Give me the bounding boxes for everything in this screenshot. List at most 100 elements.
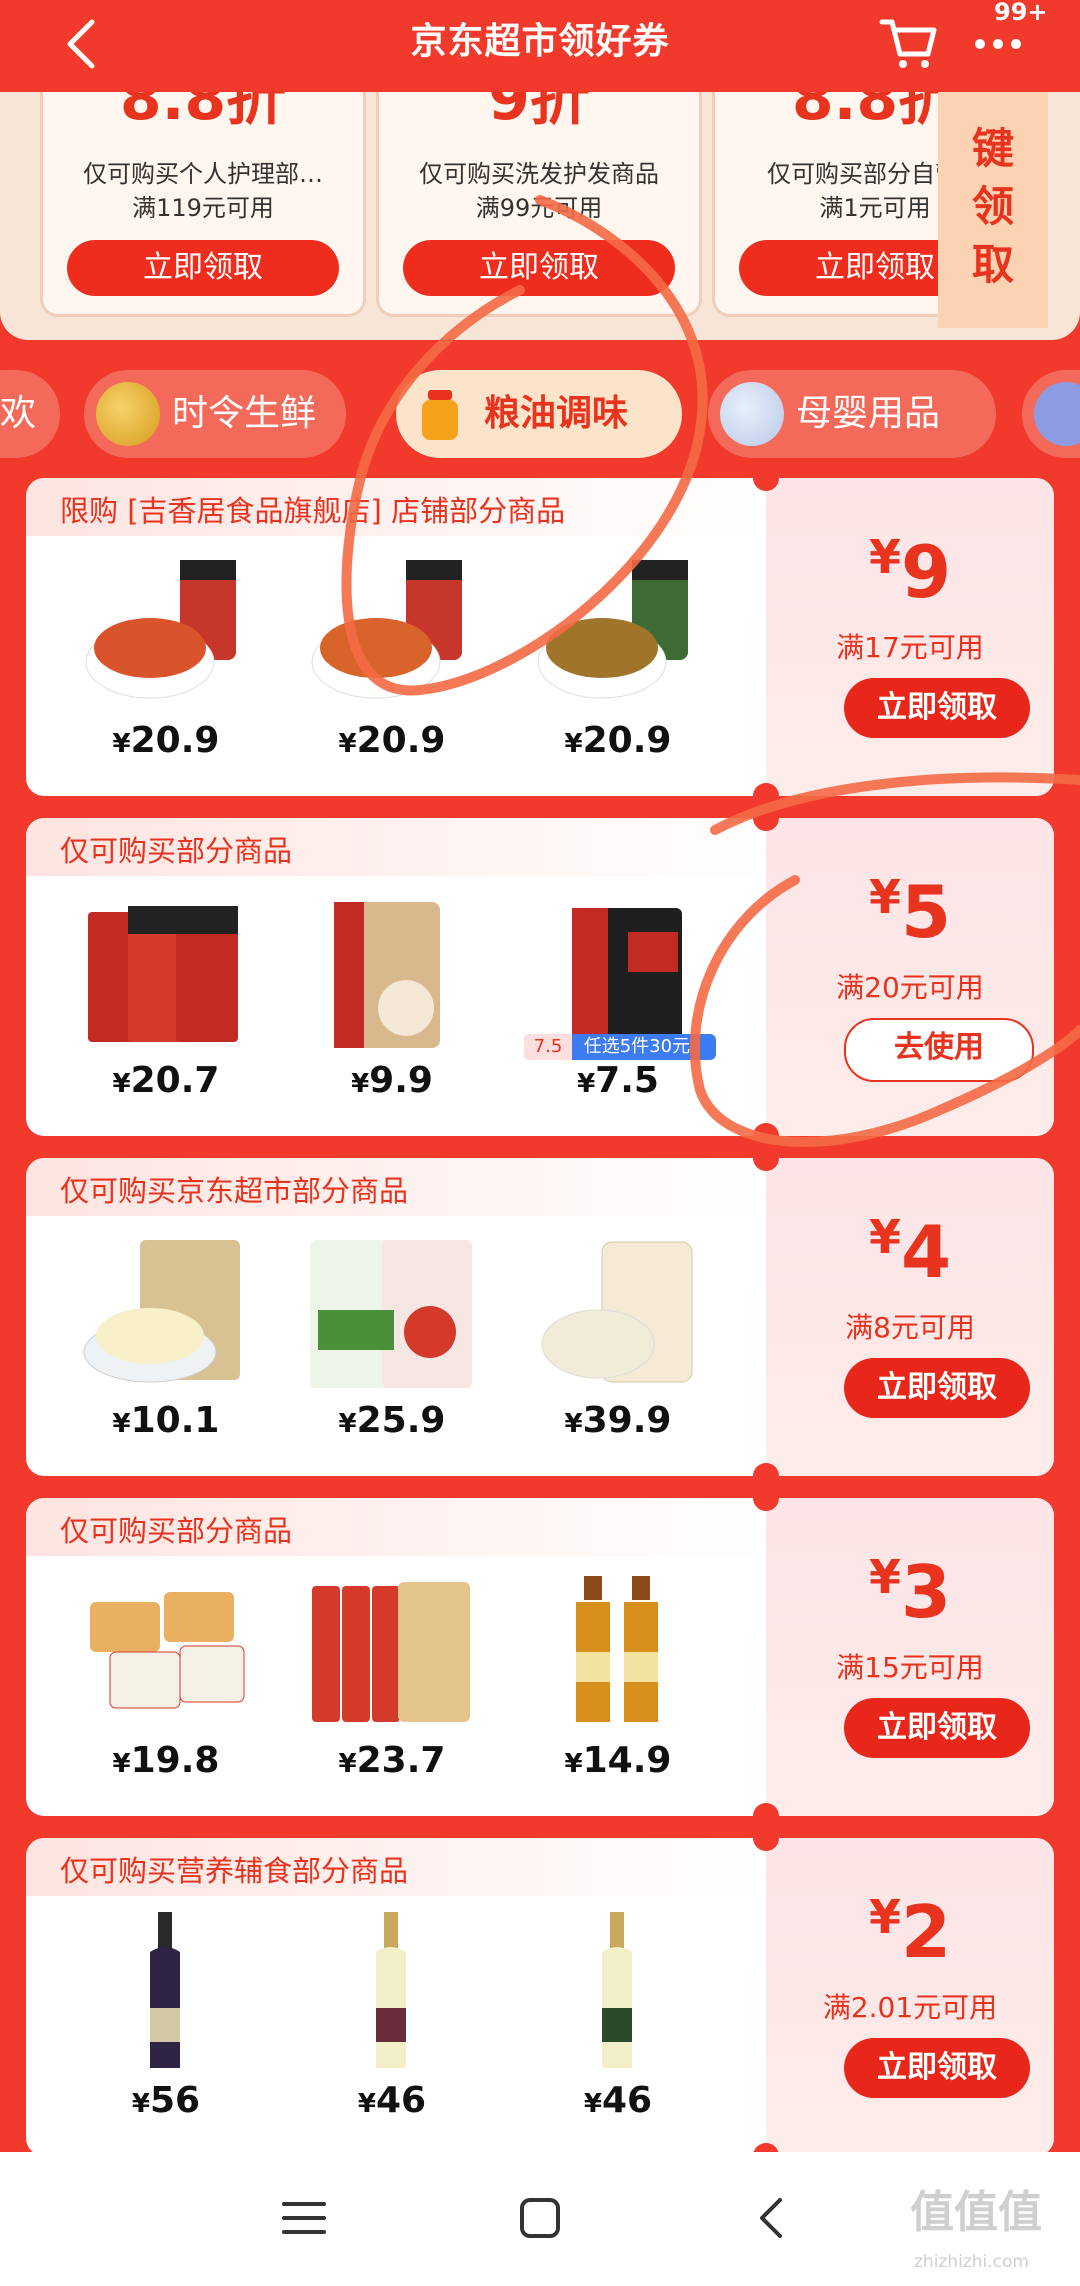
product-item[interactable]: ¥9.9 [292,884,492,1124]
product-image [541,1241,693,1383]
tab-label: 欢 [0,393,37,434]
product-item[interactable]: ¥19.8 [66,1564,266,1804]
coupon-condition: 仅可购买京东超市部分商品 [60,1174,409,1208]
coupon-condition: 仅可购买营养辅食部分商品 [60,1854,409,1888]
product-price: ¥19.8 [112,1740,220,1781]
top-coupon-claim-button[interactable]: 立即领取 [67,240,339,296]
coupon-card: 限购 [吉香居食品旗舰店] 店铺部分商品 ¥20.9 ¥20.9 ¥20.9 ¥… [26,478,1054,796]
home-icon[interactable] [508,2186,572,2250]
claim-button[interactable]: 立即领取 [844,1358,1030,1418]
coupon-amount: ¥9 [868,530,952,614]
product-price: ¥20.7 [112,1060,220,1101]
coupon-condition: 仅可购买部分商品 [60,1514,293,1548]
one-key-claim-button[interactable]: 键 领 取 [938,92,1048,328]
top-coupon-discount: 8.8折 [119,92,287,134]
tab-baby[interactable]: 母婴用品 [708,370,996,458]
category-tabs: 欢 时令生鲜 粮油调味 母婴用品 [0,362,1080,470]
claim-button[interactable]: 立即领取 [844,1698,1030,1758]
product-price: ¥20.9 [338,720,446,761]
watermark-url: zhizhizhi.com [914,2252,1029,2272]
claim-button[interactable]: 立即领取 [844,2038,1030,2098]
product-list: ¥20.7 ¥9.9 ¥7.5 7.5 任选5件30元 [46,884,756,1124]
product-list: ¥19.8 ¥23.7 ¥14.9 [46,1564,756,1804]
app-header: 京东超市领好券 99+ [0,0,1080,92]
coupon-value-panel: ¥4 满8元可用 立即领取 [766,1158,1054,1476]
product-list: ¥10.1 ¥25.9 ¥39.9 [46,1224,756,1464]
tab-fresh[interactable]: 时令生鲜 [84,370,346,458]
card-notch [753,1485,779,1511]
coupon-card: 仅可购买营养辅食部分商品 ¥56 ¥46 ¥46 ¥2 满2.01元可用 立即领… [26,1838,1054,2156]
coupon-threshold: 满2.01元可用 [822,1991,998,2024]
product-image [576,1576,658,1722]
product-item[interactable]: ¥46 [518,1904,718,2144]
claim-button[interactable]: 立即领取 [844,678,1030,738]
tab-partial-right[interactable] [1022,370,1080,458]
product-item[interactable]: ¥7.5 7.5 任选5件30元 [518,884,718,1124]
top-coupon-card: 8.8折 仅可购买个人护理部… 满119元可用 立即领取 [40,92,366,317]
card-notch [753,1825,779,1851]
use-button[interactable]: 去使用 [844,1018,1034,1082]
product-item[interactable]: ¥20.9 [292,544,492,784]
product-price: ¥25.9 [338,1400,446,1441]
top-coupon-claim-button[interactable]: 立即领取 [403,240,675,296]
top-coupon-min: 满99元可用 [475,194,603,222]
coupon-threshold: 满17元可用 [836,631,984,664]
more-icon[interactable] [968,22,1028,62]
menu-icon[interactable] [272,2186,336,2250]
tab-label: 粮油调味 [484,393,629,434]
product-price: ¥7.5 [577,1060,659,1101]
product-item[interactable]: ¥10.1 [66,1224,266,1464]
oil-bottle-icon [408,382,472,446]
system-nav-bar: 值值值 zhizhizhi.com [0,2152,1080,2286]
product-item[interactable]: ¥23.7 [292,1564,492,1804]
one-key-char: 键 [971,124,1014,173]
product-item[interactable]: ¥20.9 [66,544,266,784]
top-coupon-card: 9折 仅可购买洗发护发商品 满99元可用 立即领取 [376,92,702,317]
coupon-amount: ¥5 [868,870,952,954]
coupon-amount: ¥4 [868,1210,952,1294]
product-image [376,1912,406,2068]
coupon-card: 仅可购买部分商品 ¥19.8 ¥23.7 ¥14.9 ¥3 满15元可用 立即领… [26,1498,1054,1816]
product-item[interactable]: ¥14.9 [518,1564,718,1804]
coupon-value-panel: ¥3 满15元可用 立即领取 [766,1498,1054,1816]
card-notch [753,805,779,831]
product-price: ¥56 [131,2080,201,2121]
product-image [83,1240,240,1383]
product-image [572,908,682,1044]
product-item[interactable]: ¥39.9 [518,1224,718,1464]
cart-icon[interactable] [876,10,940,74]
product-price: ¥14.9 [564,1740,672,1781]
product-item[interactable]: ¥20.7 [66,884,266,1124]
product-price: ¥46 [583,2080,653,2121]
product-item[interactable]: ¥20.9 [518,544,718,784]
product-image [90,1592,245,1709]
tab-partial[interactable]: 欢 [0,370,60,458]
product-price: ¥39.9 [564,1400,672,1441]
product-item[interactable]: ¥56 [66,1904,266,2144]
one-key-char: 取 [971,240,1014,289]
tab-grain-oil[interactable]: 粮油调味 [396,370,682,458]
product-image [602,1912,632,2068]
coupon-condition: 仅可购买部分商品 [60,834,293,868]
coupon-card: 仅可购买京东超市部分商品 ¥10.1 ¥25.9 ¥39.9 ¥4 满8元可用 … [26,1158,1054,1476]
product-image [150,1912,180,2068]
product-list: ¥20.9 ¥20.9 ¥20.9 [46,544,756,784]
promo-tag: 7.5 任选5件30元 [524,1034,716,1060]
product-item[interactable]: ¥25.9 [292,1224,492,1464]
watermark-logo: 值值值 [910,2187,1042,2238]
product-price: ¥20.9 [564,720,672,761]
notification-badge: 99+ [994,0,1048,26]
product-image [334,902,440,1048]
product-image [310,1240,472,1388]
box-icon [1034,382,1080,446]
product-item[interactable]: ¥46 [292,1904,492,2144]
tab-label: 时令生鲜 [172,393,317,434]
back-icon[interactable] [740,2186,804,2250]
tab-label: 母婴用品 [796,393,941,434]
coupon-condition: 限购 [吉香居食品旗舰店] 店铺部分商品 [60,494,566,528]
top-coupon-desc: 仅可购买洗发护发商品 [419,160,659,188]
coupon-amount: ¥3 [868,1550,952,1634]
product-image [85,560,236,699]
coupon-card: 仅可购买部分商品 ¥20.7 ¥9.9 ¥7.5 7.5 任选5件30元 ¥5 … [26,818,1054,1136]
coupon-value-panel: ¥2 满2.01元可用 立即领取 [766,1838,1054,2156]
